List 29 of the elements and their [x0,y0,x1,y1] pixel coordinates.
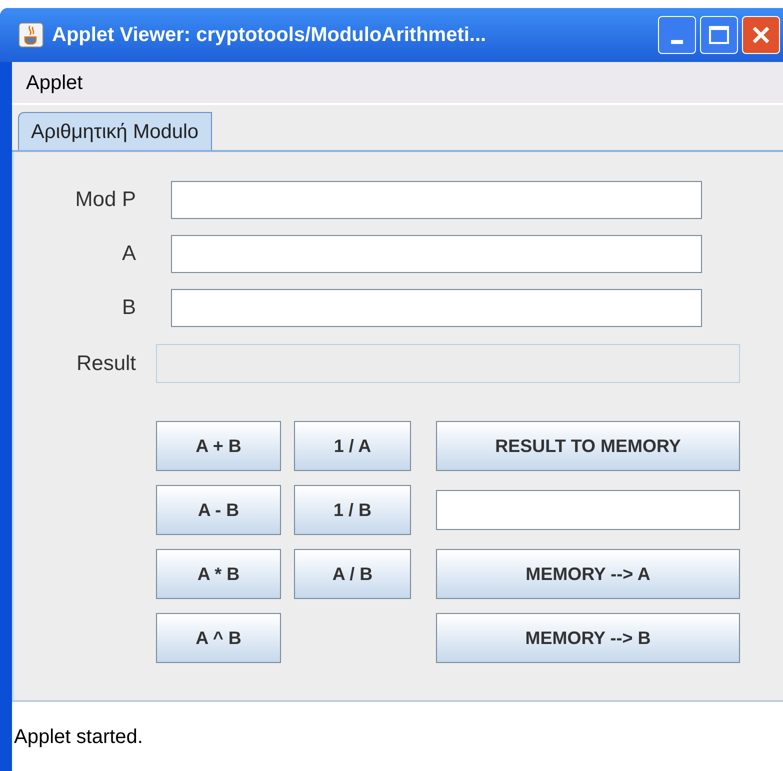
action-button[interactable]: A * B [156,549,281,599]
window-title: Applet Viewer: cryptotools/ModuloArithmeti... [52,23,486,48]
status-text: Applet started. [14,724,143,750]
minimize-icon [671,40,683,44]
action-button[interactable]: A - B [156,485,281,535]
action-button[interactable]: A + B [156,421,281,471]
close-icon [751,25,771,45]
memory-field[interactable] [436,490,740,530]
maximize-icon [709,26,729,44]
text-field[interactable] [171,235,702,273]
field-label: Result [75,350,136,377]
field-label: Mod P [74,187,136,214]
minimize-button[interactable] [658,16,696,54]
action-button[interactable]: 1 / A [294,421,411,471]
action-button[interactable]: A ^ B [156,613,281,663]
maximize-button[interactable] [700,16,738,54]
text-field[interactable] [171,289,702,327]
field-label: A [120,241,136,268]
java-cup-icon [18,22,44,48]
action-button[interactable]: RESULT TO MEMORY [436,421,740,471]
action-button[interactable]: 1 / B [294,485,411,535]
menu-item[interactable]: Applet [26,68,83,98]
field-label: B [120,295,136,322]
text-field[interactable] [171,181,702,219]
action-button[interactable]: A / B [294,549,411,599]
tab[interactable]: Αριθμητική Modulo [18,112,212,150]
close-button[interactable] [742,16,780,54]
action-button[interactable]: MEMORY --> A [436,549,740,599]
action-button[interactable]: MEMORY --> B [436,613,740,663]
